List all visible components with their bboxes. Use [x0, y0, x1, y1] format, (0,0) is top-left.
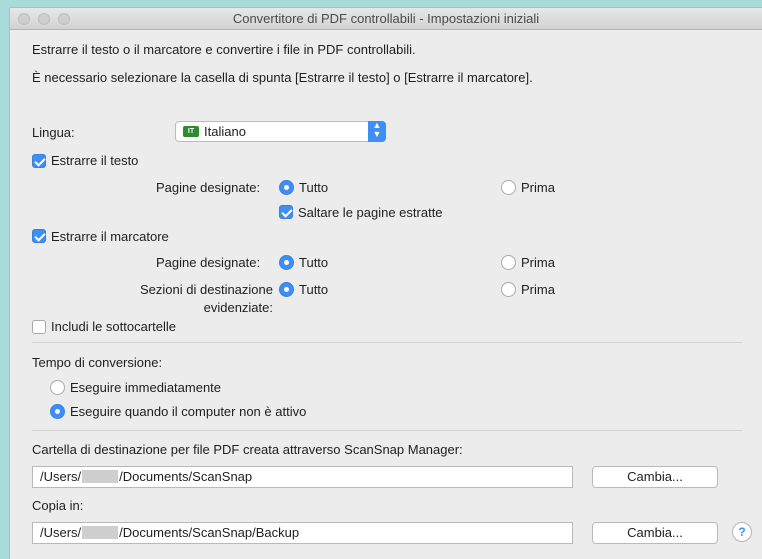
sections-label-line-2: evidenziate:	[203, 300, 273, 315]
copy-to-label: Copia in:	[32, 498, 84, 513]
marker-pages-all-radio[interactable]	[279, 255, 294, 270]
change-destination-button[interactable]: Cambia...	[592, 466, 718, 488]
run-idle-label: Eseguire quando il computer non è attivo	[70, 404, 307, 419]
sections-label-line-1: Sezioni di destinazione	[140, 282, 273, 297]
redacted-username	[82, 470, 119, 483]
intro-line-1: Estrarre il testo o il marcatore e conve…	[32, 42, 416, 57]
text-pages-label: Pagine designate:	[156, 180, 261, 195]
sections-all-label: Tutto	[299, 282, 329, 297]
extract-text-label: Estrarre il testo	[51, 153, 139, 168]
skip-pages-checkbox[interactable]	[279, 205, 293, 219]
language-label: Lingua:	[32, 125, 75, 140]
extract-marker-label: Estrarre il marcatore	[51, 229, 169, 244]
destination-path-prefix: /Users/	[40, 469, 82, 484]
sections-label: Sezioni di destinazione evidenziate:	[110, 281, 273, 317]
conversion-time-label: Tempo di conversione:	[32, 355, 163, 370]
separator	[32, 430, 742, 431]
destination-path-suffix: /Documents/ScanSnap	[119, 469, 253, 484]
include-subfolders-label: Includi le sottocartelle	[51, 319, 177, 334]
run-idle-radio[interactable]	[50, 404, 65, 419]
destination-label: Cartella di destinazione per file PDF cr…	[32, 442, 463, 457]
chevron-updown-icon: ▲ ▼	[368, 121, 386, 142]
skip-pages-label: Saltare le pagine estratte	[298, 205, 443, 220]
marker-pages-first-radio[interactable]	[501, 255, 516, 270]
run-now-radio[interactable]	[50, 380, 65, 395]
sections-all-radio[interactable]	[279, 282, 294, 297]
help-icon[interactable]: ?	[732, 522, 752, 542]
window-title: Convertitore di PDF controllabili - Impo…	[232, 11, 540, 26]
extract-marker-checkbox[interactable]	[32, 229, 46, 243]
sections-first-radio[interactable]	[501, 282, 516, 297]
language-select[interactable]: IT Italiano ▲ ▼	[175, 121, 386, 142]
text-pages-first-radio[interactable]	[501, 180, 516, 195]
title-bar: Convertitore di PDF controllabili - Impo…	[10, 8, 762, 30]
separator	[32, 342, 742, 343]
change-copy-button[interactable]: Cambia...	[592, 522, 718, 544]
language-selected-value: Italiano	[204, 124, 246, 139]
intro-line-2: È necessario selezionare la casella di s…	[32, 70, 533, 85]
marker-pages-label: Pagine designate:	[156, 255, 261, 270]
copy-path-prefix: /Users/	[40, 525, 82, 540]
redacted-username	[82, 526, 119, 539]
marker-pages-all-label: Tutto	[299, 255, 329, 270]
text-pages-all-label: Tutto	[299, 180, 329, 195]
copy-path-field[interactable]: /Users/ /Documents/ScanSnap/Backup	[32, 522, 573, 544]
include-subfolders-checkbox[interactable]	[32, 320, 46, 334]
extract-text-checkbox[interactable]	[32, 154, 46, 168]
italy-flag-icon: IT	[183, 126, 199, 137]
run-now-label: Eseguire immediatamente	[70, 380, 222, 395]
text-pages-first-label: Prima	[521, 180, 555, 195]
copy-path-suffix: /Documents/ScanSnap/Backup	[119, 525, 300, 540]
text-pages-all-radio[interactable]	[279, 180, 294, 195]
sections-first-label: Prima	[521, 282, 555, 297]
destination-path-field[interactable]: /Users/ /Documents/ScanSnap	[32, 466, 573, 488]
marker-pages-first-label: Prima	[521, 255, 555, 270]
settings-window: Convertitore di PDF controllabili - Impo…	[9, 7, 762, 559]
